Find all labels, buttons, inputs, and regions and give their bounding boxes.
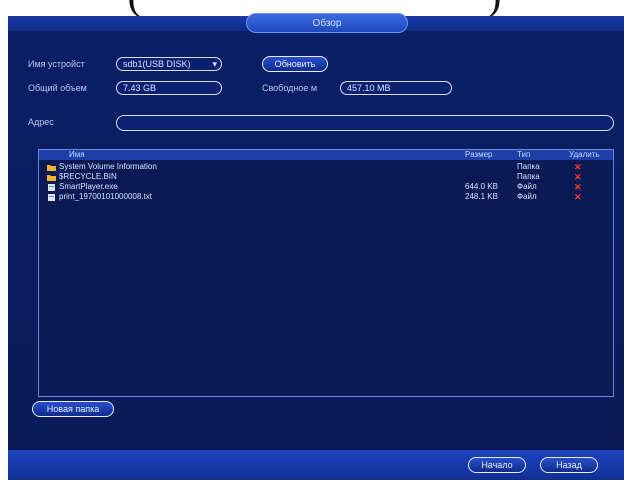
column-size: Размер xyxy=(465,150,493,159)
device-select-value: sdb1(USB DISK) xyxy=(123,59,191,69)
file-row[interactable]: SmartPlayer.exe 644.0 KB Файл ✕ xyxy=(39,182,613,192)
free-space-value: 457.10 MB xyxy=(340,81,452,95)
column-delete: Удалить xyxy=(569,150,600,159)
file-name: $RECYCLE.BIN xyxy=(59,172,117,181)
total-capacity-value: 7.43 GB xyxy=(116,81,222,95)
column-type: Тип xyxy=(517,150,531,159)
address-label: Адрес xyxy=(28,117,54,127)
file-row[interactable]: print_19700101000008.txt 248.1 KB Файл ✕ xyxy=(39,192,613,202)
delete-icon[interactable]: ✕ xyxy=(574,162,582,172)
total-capacity-label: Общий объем xyxy=(28,83,87,93)
folder-icon xyxy=(47,165,56,171)
file-type: Папка xyxy=(517,172,540,181)
file-type: Файл xyxy=(517,182,537,191)
start-button[interactable]: Начало xyxy=(468,457,526,473)
refresh-button[interactable]: Обновить xyxy=(262,56,328,72)
chevron-down-icon: ▾ xyxy=(212,59,217,69)
back-button[interactable]: Назад xyxy=(540,457,598,473)
file-row[interactable]: $RECYCLE.BIN Папка ✕ xyxy=(39,172,613,182)
file-size: 248.1 KB xyxy=(465,192,498,201)
file-name: System Volume Information xyxy=(59,162,157,171)
delete-icon[interactable]: ✕ xyxy=(574,172,582,182)
free-space-label: Свободное м xyxy=(262,83,318,93)
file-type: Файл xyxy=(517,192,537,201)
file-icon xyxy=(48,184,55,191)
delete-icon[interactable]: ✕ xyxy=(574,182,582,192)
file-row[interactable]: System Volume Information Папка ✕ xyxy=(39,162,613,172)
file-icon xyxy=(48,194,55,201)
file-list-header: Имя Размер Тип Удалить xyxy=(39,150,613,160)
new-folder-button[interactable]: Новая папка xyxy=(32,401,114,417)
file-name: print_19700101000008.txt xyxy=(59,192,152,201)
file-name: SmartPlayer.exe xyxy=(59,182,118,191)
file-type: Папка xyxy=(517,162,540,171)
file-list: Имя Размер Тип Удалить System Volume Inf… xyxy=(38,149,614,397)
delete-icon[interactable]: ✕ xyxy=(574,192,582,202)
bottom-bar xyxy=(8,450,624,480)
browse-dialog: Обзор Имя устройст sdb1(USB DISK) ▾ Обно… xyxy=(8,13,624,480)
folder-icon xyxy=(47,175,56,181)
device-select[interactable]: sdb1(USB DISK) ▾ xyxy=(116,57,222,71)
column-name: Имя xyxy=(69,150,85,159)
dialog-title: Обзор xyxy=(246,13,408,33)
address-field[interactable] xyxy=(116,115,614,131)
file-size: 644.0 KB xyxy=(465,182,498,191)
device-name-label: Имя устройст xyxy=(28,59,85,69)
